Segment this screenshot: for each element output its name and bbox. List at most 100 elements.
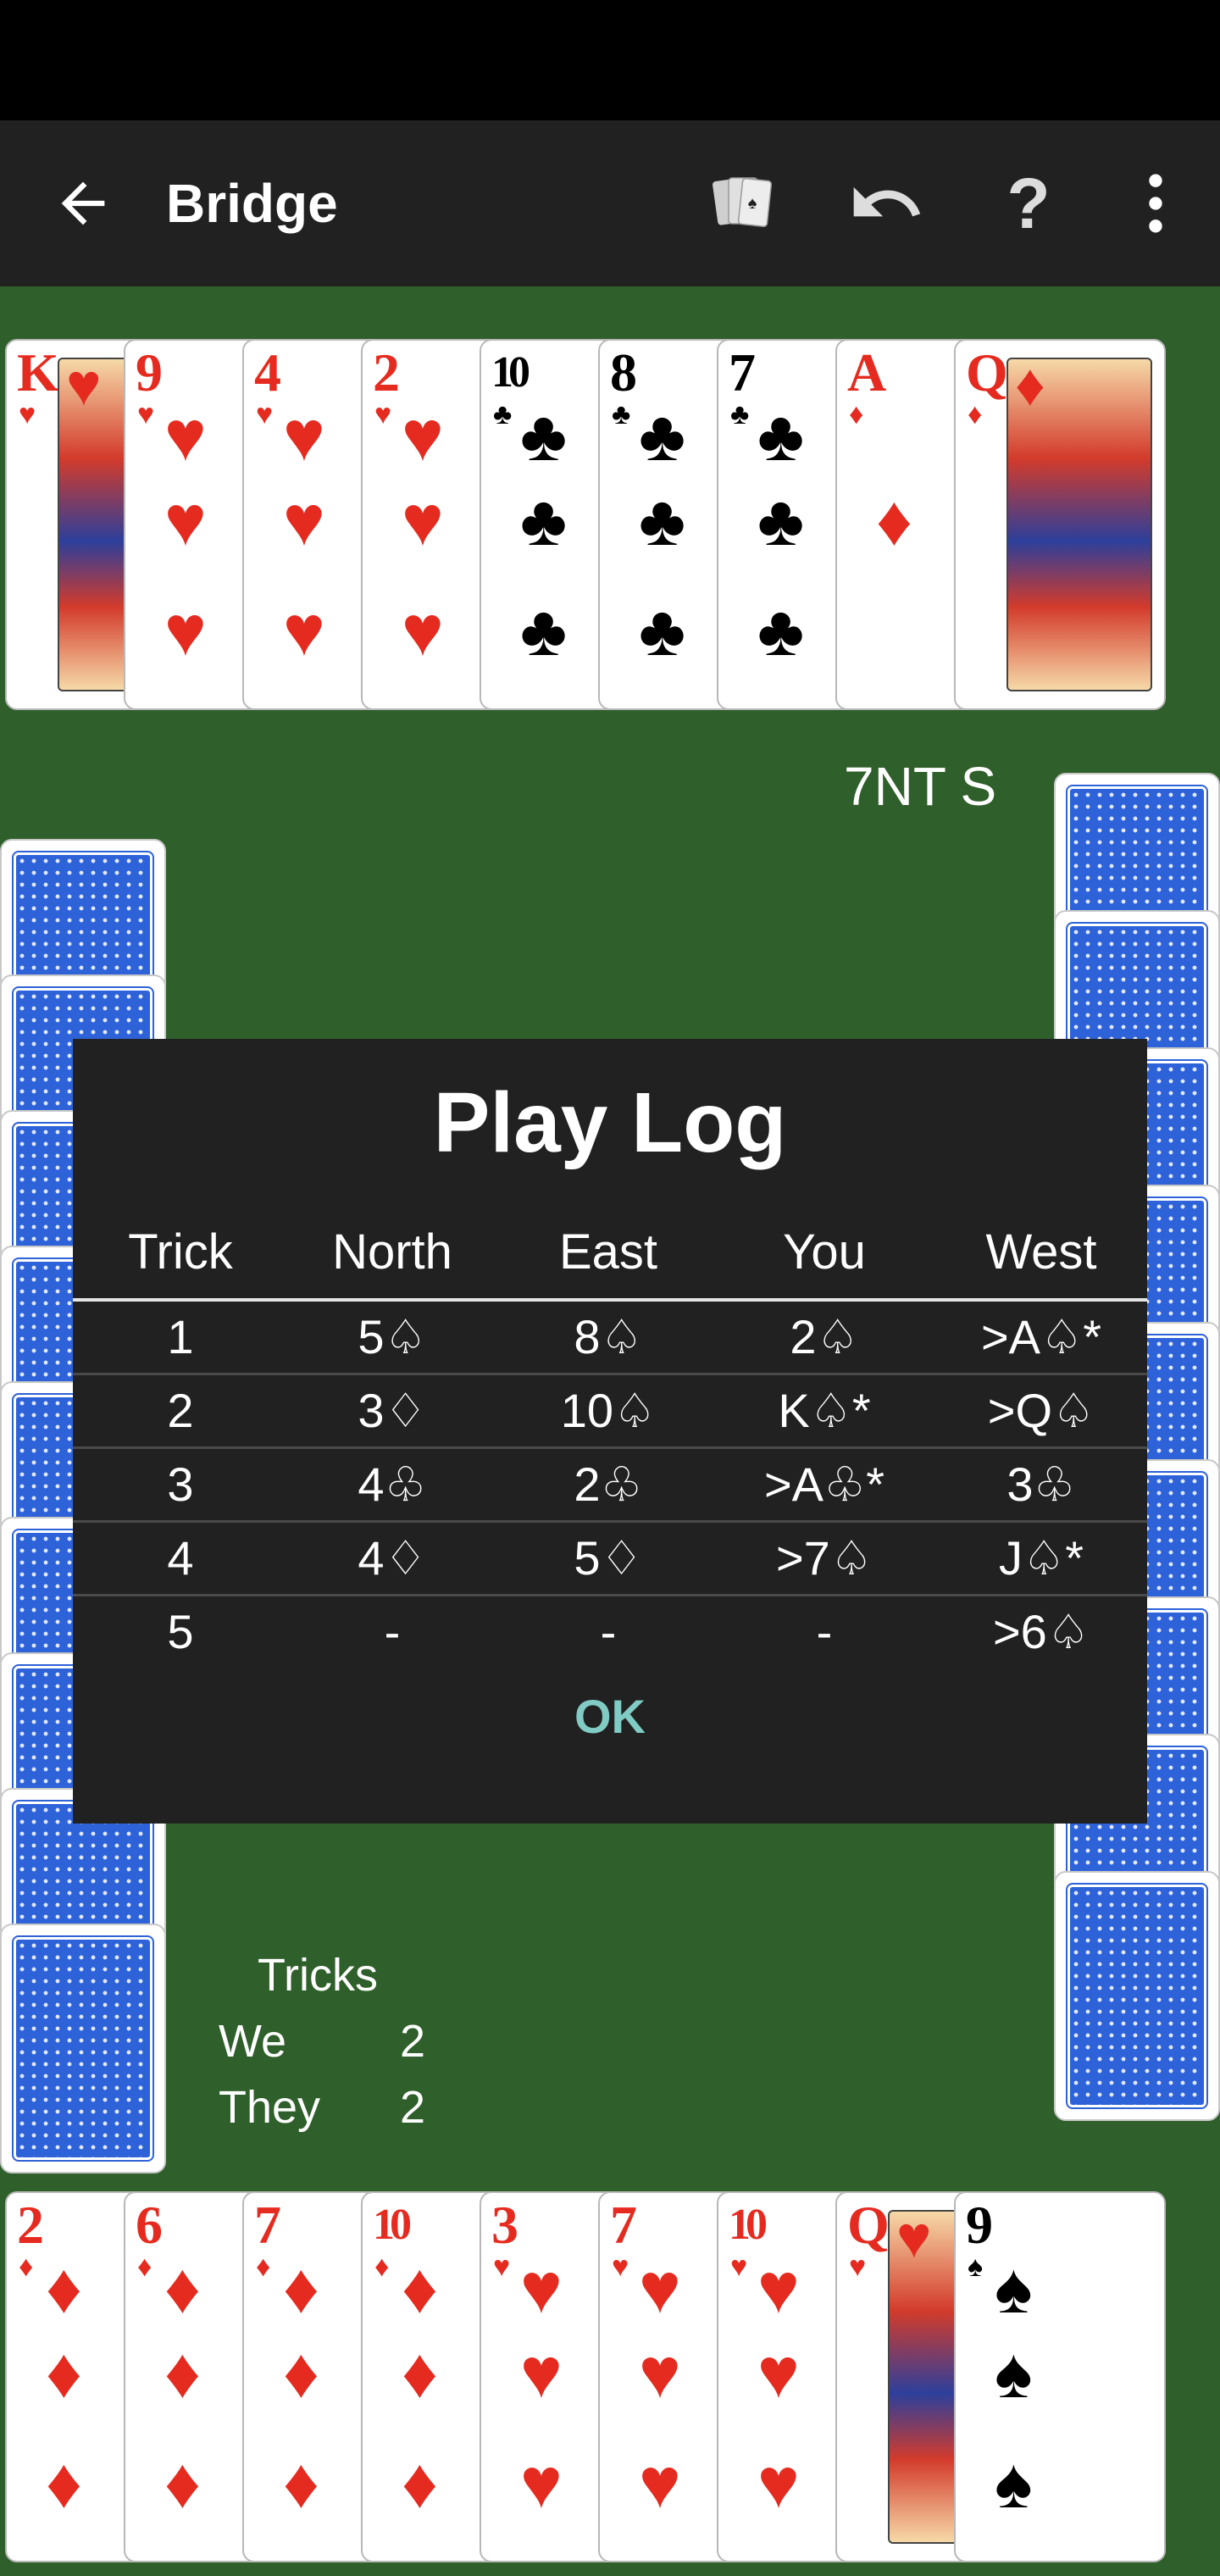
card-pip-icon: ♠ (995, 2248, 1033, 2328)
card-pip-icon: ♠ (995, 2333, 1033, 2412)
table-cell: 4 (167, 1531, 194, 1585)
card-pip-icon: ♦ (283, 2248, 319, 2328)
table-cell: 3♢ (358, 1384, 427, 1437)
card-pip-icon: ♦ (402, 2443, 438, 2523)
card-pip-icon: ♥ (283, 396, 325, 475)
table-cell: 8♤ (574, 1310, 643, 1363)
card-pip-icon: ♦ (876, 480, 912, 560)
card-pip-icon: ♣ (639, 396, 686, 475)
table-cell: >A♤* (980, 1310, 1102, 1363)
card-rank: 7 (254, 2195, 281, 2255)
app-title: Bridge (166, 173, 338, 234)
card-suit-icon: ♠ (968, 2251, 984, 2283)
table-row: 2 3♢ 10♤ K♤* >Q♤ (73, 1375, 1147, 1449)
card-rank: 3 (491, 2195, 518, 2255)
card-pip-icon: ♦ (46, 2443, 82, 2523)
ok-button[interactable]: OK (568, 1683, 652, 1751)
table-cell: - (384, 1605, 401, 1658)
card-suit-icon: ♥ (612, 2251, 629, 2283)
card-pip-icon: ♦ (283, 2333, 319, 2412)
help-icon[interactable]: ? (990, 164, 1068, 242)
card-rank: 2 (373, 342, 400, 402)
table-cell: - (816, 1605, 833, 1658)
card-suit-icon: ♥ (374, 398, 392, 430)
card-pip-icon: ♥ (283, 480, 325, 560)
card-pip-icon: ♥ (402, 396, 444, 475)
card-pip-icon: ♣ (520, 396, 568, 475)
west-card-back (0, 1924, 166, 2174)
status-bar (0, 0, 1220, 120)
tricks-we-label: We (219, 2016, 287, 2067)
card-pip-icon: ♦ (402, 2248, 438, 2328)
card-pip-icon: ♣ (520, 591, 568, 670)
table-cell: 2♧ (574, 1457, 643, 1511)
table-cell: 10♤ (560, 1384, 657, 1437)
table-cell: 5♢ (574, 1531, 643, 1585)
card-pip-icon: ♥ (520, 2443, 563, 2523)
tricks-they-value: 2 (400, 2082, 426, 2133)
column-header: North (332, 1224, 452, 1280)
table-cell: K♤* (778, 1384, 871, 1437)
card-rank: 9 (966, 2195, 993, 2255)
card-pip-icon: ♥ (639, 2443, 681, 2523)
cards-icon[interactable]: ♠ (703, 164, 781, 242)
card-pip-icon: ♥ (164, 480, 207, 560)
card-suit-icon: ♥ (66, 352, 102, 418)
card-rank: K (17, 342, 59, 402)
card-pip-icon: ♦ (164, 2443, 201, 2523)
card-suit-icon: ♦ (849, 398, 864, 430)
table-cell: 3 (167, 1457, 194, 1511)
undo-icon[interactable] (847, 164, 925, 242)
card-pip-icon: ♥ (757, 2248, 800, 2328)
card-pip-icon: ♦ (283, 2443, 319, 2523)
table-cell: 3♧ (1006, 1457, 1076, 1511)
card-pip-icon: ♣ (757, 396, 805, 475)
column-header: West (985, 1224, 1097, 1280)
card-rank: A (847, 342, 887, 402)
card-pip-icon: ♣ (639, 591, 686, 670)
card-suit-icon: ♦ (256, 2251, 271, 2283)
tricks-we-value: 2 (400, 2016, 426, 2067)
card-suit-icon: ♣ (612, 398, 631, 430)
card-pip-icon: ♣ (757, 591, 805, 670)
table-cell: >7♤ (775, 1531, 873, 1585)
card-rank: 10 (729, 2201, 768, 2249)
more-vert-icon[interactable] (1117, 164, 1195, 242)
card-suit-icon: ♥ (19, 398, 36, 430)
card-pip-icon: ♠ (995, 2443, 1033, 2523)
card-pip-icon: ♥ (639, 2333, 681, 2412)
table-cell: 1 (167, 1310, 194, 1363)
table-cell: 4♢ (358, 1531, 427, 1585)
table-row: 4 4♢ 5♢ >7♤ J♤* (73, 1523, 1147, 1596)
card-pip-icon: ♥ (520, 2248, 563, 2328)
card-rank: 10 (491, 348, 530, 397)
card-pip-icon: ♥ (757, 2443, 800, 2523)
south-card[interactable]: 9 ♠ ♠ ♠ ♠ (954, 2191, 1166, 2562)
back-arrow-icon[interactable] (51, 171, 115, 236)
dialog-title: Play Log (433, 1075, 787, 1170)
card-suit-icon: ♦ (1015, 352, 1045, 418)
card-rank: 4 (254, 342, 281, 402)
card-pip-icon: ♦ (46, 2333, 82, 2412)
card-pip-icon: ♥ (757, 2333, 800, 2412)
table-row: 5 - - - >6♤ (73, 1596, 1147, 1668)
table-row: 1 5♤ 8♤ 2♤ >A♤* (73, 1302, 1147, 1375)
card-pip-icon: ♥ (639, 2248, 681, 2328)
card-pip-icon: ♥ (402, 480, 444, 560)
table-cell: >6♤ (992, 1605, 1090, 1658)
east-card-back (1054, 1871, 1220, 2121)
card-suit-icon: ♥ (896, 2204, 932, 2270)
card-pip-icon: ♥ (520, 2333, 563, 2412)
card-rank: Q (966, 342, 1008, 402)
card-pip-icon: ♦ (164, 2333, 201, 2412)
card-suit-icon: ♥ (137, 398, 155, 430)
card-rank: 8 (610, 342, 637, 402)
card-suit-icon: ♥ (493, 2251, 511, 2283)
table-cell: J♤* (999, 1531, 1084, 1585)
card-suit-icon: ♥ (849, 2251, 867, 2283)
contract-label: 7NT S (844, 756, 997, 817)
card-rank: 7 (729, 342, 756, 402)
card-suit-icon: ♥ (256, 398, 274, 430)
table-cell: 5♤ (358, 1310, 427, 1363)
card-pip-icon: ♦ (46, 2248, 82, 2328)
